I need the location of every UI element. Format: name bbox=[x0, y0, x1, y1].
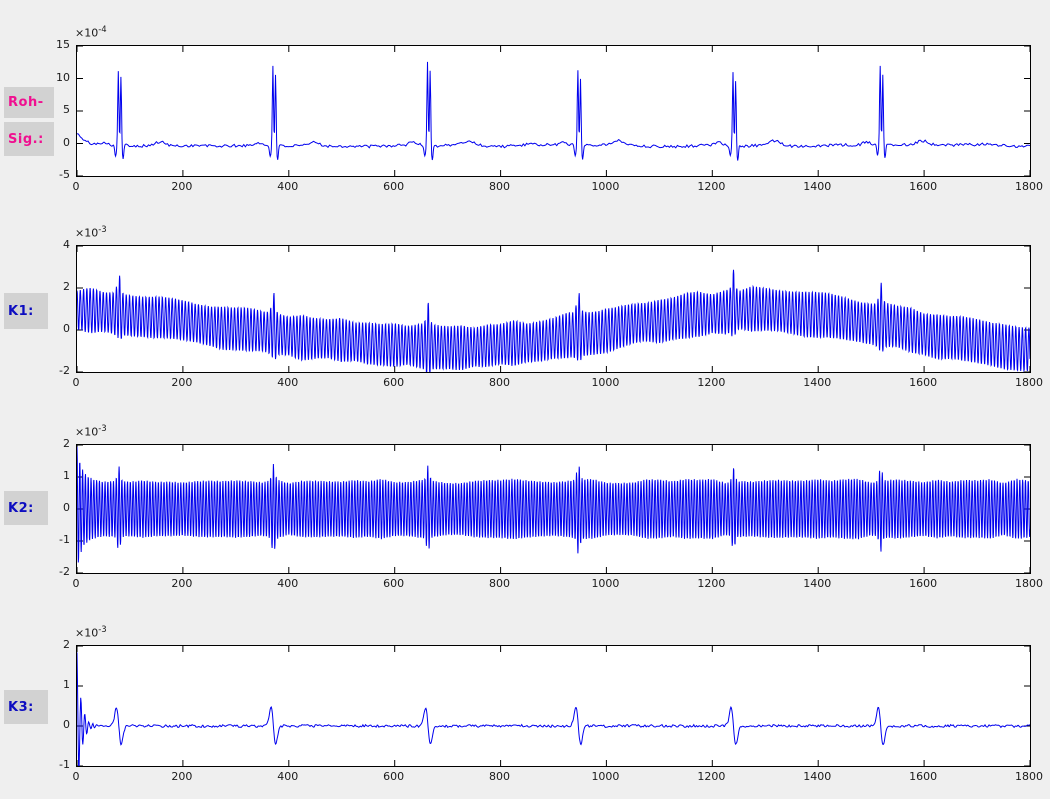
x-tick-label: 1200 bbox=[681, 376, 741, 390]
x-tick-label: 1800 bbox=[999, 770, 1050, 784]
x-tick-label: 600 bbox=[364, 376, 424, 390]
signal-trace-roh-sig bbox=[76, 45, 1031, 177]
signal-line bbox=[77, 62, 1030, 161]
tick-marks bbox=[77, 445, 1030, 573]
tick-marks bbox=[77, 246, 1030, 372]
y-tick-label: 10 bbox=[28, 71, 70, 85]
x-tick-label: 0 bbox=[46, 376, 106, 390]
signal-trace-k3 bbox=[76, 645, 1031, 767]
x-tick-label: 1400 bbox=[787, 180, 847, 194]
y-tick-label: 2 bbox=[28, 280, 70, 294]
y-tick-label: -1 bbox=[28, 533, 70, 547]
x-tick-label: 600 bbox=[364, 577, 424, 591]
x-tick-label: 800 bbox=[470, 770, 530, 784]
x-tick-label: 800 bbox=[470, 577, 530, 591]
x-tick-label: 400 bbox=[258, 376, 318, 390]
y-tick-label: -2 bbox=[28, 565, 70, 579]
x-tick-label: 1000 bbox=[575, 770, 635, 784]
y-tick-label: -1 bbox=[28, 758, 70, 772]
x-tick-label: 400 bbox=[258, 770, 318, 784]
x-tick-label: 400 bbox=[258, 577, 318, 591]
x-tick-label: 1000 bbox=[575, 577, 635, 591]
x-tick-label: 1200 bbox=[681, 770, 741, 784]
x-tick-label: 1800 bbox=[999, 180, 1050, 194]
signal-label-k3: K3: bbox=[4, 690, 48, 724]
y-tick-label: 15 bbox=[28, 38, 70, 52]
x-tick-label: 0 bbox=[46, 180, 106, 194]
signal-trace-k2 bbox=[76, 444, 1031, 574]
tick-marks bbox=[77, 646, 1030, 766]
plot-k1: ×10-3 0200400600800100012001400160018004… bbox=[0, 0, 1050, 799]
signal-line bbox=[77, 447, 1030, 563]
y-tick-label: 4 bbox=[28, 238, 70, 252]
x-tick-label: 1400 bbox=[787, 577, 847, 591]
y-tick-label: 2 bbox=[28, 638, 70, 652]
x-tick-label: 1800 bbox=[999, 577, 1050, 591]
x-tick-label: 1800 bbox=[999, 376, 1050, 390]
x-tick-label: 600 bbox=[364, 770, 424, 784]
x-tick-label: 800 bbox=[470, 376, 530, 390]
x-tick-label: 1400 bbox=[787, 770, 847, 784]
y-tick-label: -5 bbox=[28, 168, 70, 182]
y-tick-label: -2 bbox=[28, 364, 70, 378]
x-tick-label: 1200 bbox=[681, 180, 741, 194]
plot-k2: ×10-3 0200400600800100012001400160018002… bbox=[0, 0, 1050, 799]
x-tick-label: 1600 bbox=[893, 770, 953, 784]
x-tick-label: 1600 bbox=[893, 577, 953, 591]
x-tick-label: 0 bbox=[46, 770, 106, 784]
x-tick-label: 1000 bbox=[575, 180, 635, 194]
y-axis-exponent: ×10-3 bbox=[75, 225, 107, 240]
x-tick-label: 200 bbox=[152, 577, 212, 591]
plot-roh-sig: ×10-4 0200400600800100012001400160018001… bbox=[0, 0, 1050, 799]
tick-marks bbox=[77, 46, 1030, 176]
x-tick-label: 200 bbox=[152, 376, 212, 390]
signal-label-roh: Roh- bbox=[4, 87, 54, 118]
signal-label-sig: Sig.: bbox=[4, 122, 54, 156]
x-tick-label: 0 bbox=[46, 577, 106, 591]
figure-window: Roh- Sig.: K1: K2: K3: ×10-4 02004006008… bbox=[0, 0, 1050, 799]
y-tick-label: 1 bbox=[28, 469, 70, 483]
signal-label-k1: K1: bbox=[4, 293, 48, 329]
y-axis-exponent: ×10-3 bbox=[75, 625, 107, 640]
y-axis-exponent: ×10-4 bbox=[75, 25, 107, 40]
x-tick-label: 400 bbox=[258, 180, 318, 194]
x-tick-label: 800 bbox=[470, 180, 530, 194]
y-tick-label: 2 bbox=[28, 437, 70, 451]
x-tick-label: 200 bbox=[152, 770, 212, 784]
signal-line bbox=[77, 652, 1030, 767]
x-tick-label: 1000 bbox=[575, 376, 635, 390]
x-tick-label: 1600 bbox=[893, 180, 953, 194]
signal-label-k2: K2: bbox=[4, 491, 48, 525]
x-tick-label: 1200 bbox=[681, 577, 741, 591]
signal-line bbox=[77, 270, 1030, 373]
x-tick-label: 600 bbox=[364, 180, 424, 194]
y-axis-exponent: ×10-3 bbox=[75, 424, 107, 439]
x-tick-label: 200 bbox=[152, 180, 212, 194]
signal-trace-k1 bbox=[76, 245, 1031, 373]
x-tick-label: 1400 bbox=[787, 376, 847, 390]
x-tick-label: 1600 bbox=[893, 376, 953, 390]
plot-k3: ×10-3 0200400600800100012001400160018002… bbox=[0, 0, 1050, 799]
